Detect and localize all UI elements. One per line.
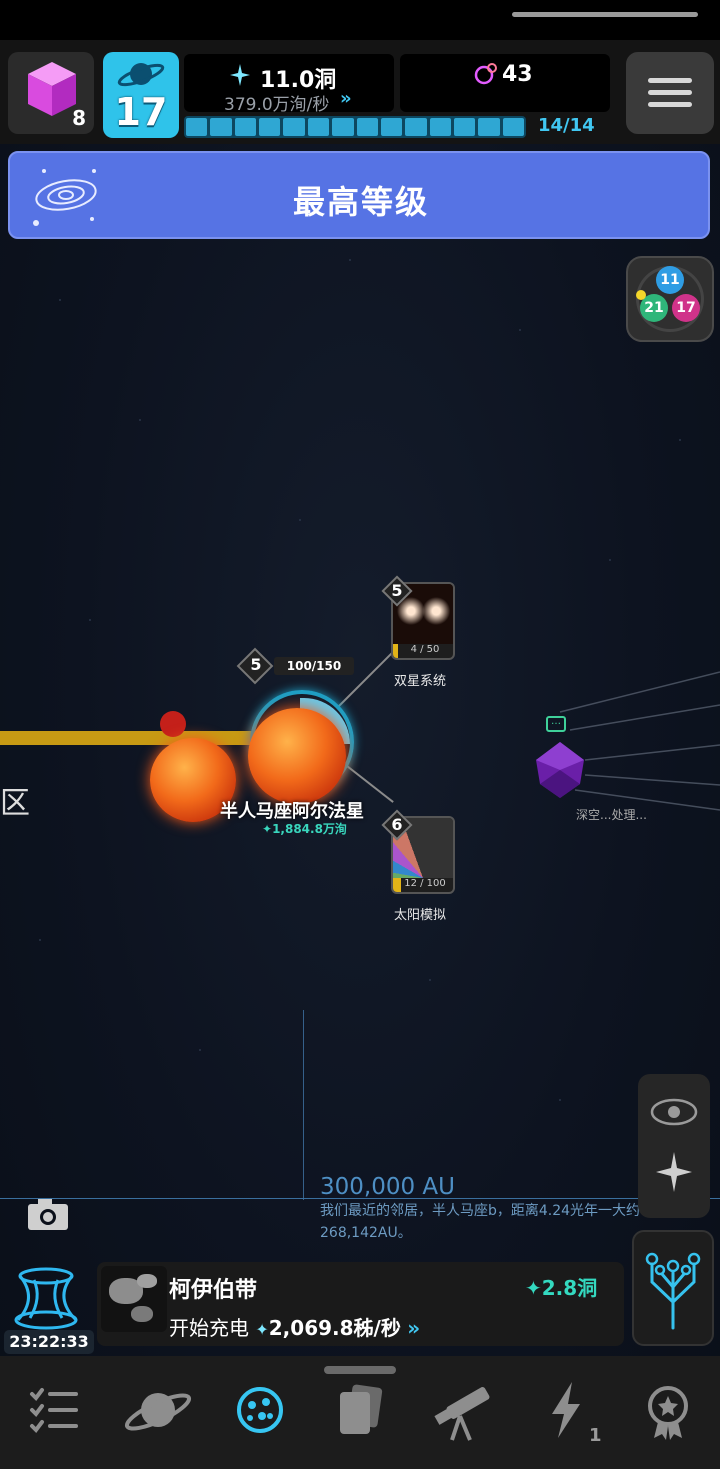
group-bubble-pink: 17 bbox=[672, 294, 700, 322]
cube-count: 8 bbox=[72, 106, 86, 130]
asteroid-thumbnail bbox=[101, 1266, 167, 1332]
scale-axis-vertical bbox=[303, 1010, 304, 1200]
sparkle-icon bbox=[230, 64, 250, 86]
node-count: 4 / 50 bbox=[410, 644, 440, 655]
currency-rate: 379.0万洵/秒 bbox=[224, 95, 330, 115]
level-number: 17 bbox=[114, 90, 168, 134]
chat-icon[interactable]: … bbox=[546, 716, 566, 732]
galaxy-groups-button[interactable]: 11 21 17 bbox=[626, 256, 714, 342]
cube-button[interactable]: 8 bbox=[8, 52, 94, 134]
chevron-right-icon: » bbox=[340, 88, 352, 109]
achievements-medal-icon[interactable] bbox=[628, 1378, 708, 1442]
asteroid-belt-card[interactable]: 柯伊伯带 ✦2.8洞 开始充电 ✦2,069.8秭/秒 » bbox=[97, 1262, 624, 1346]
banner-title: 最高等级 bbox=[292, 183, 429, 221]
orbit-view-icon[interactable] bbox=[649, 1092, 699, 1132]
planet-icon bbox=[117, 63, 165, 87]
tech-tree-icon bbox=[645, 1252, 701, 1330]
particles-panel[interactable]: 43 bbox=[400, 54, 610, 112]
planets-icon[interactable] bbox=[118, 1378, 198, 1442]
system-status-bar bbox=[0, 0, 720, 40]
main-star[interactable] bbox=[248, 708, 346, 804]
wormhole-icon[interactable] bbox=[12, 1266, 80, 1330]
asteroid-status: 开始充电 ✦2,069.8秭/秒 » bbox=[169, 1316, 421, 1340]
boosts-badge: 1 bbox=[589, 1425, 602, 1446]
star-view-icon[interactable] bbox=[654, 1150, 694, 1194]
status-pill bbox=[512, 12, 698, 17]
notify-dot bbox=[636, 290, 646, 300]
star-progress-label: 100/150 bbox=[274, 657, 354, 675]
star-value: ✦1,884.8万洵 bbox=[262, 822, 347, 836]
particles-icon bbox=[474, 63, 497, 85]
level-progress-bar bbox=[184, 116, 526, 138]
scale-label: 300,000 AU bbox=[320, 1174, 455, 1200]
node-label-binary: 双星系统 bbox=[394, 674, 447, 689]
currency-panel[interactable]: 11.0洞 379.0万洵/秒 » bbox=[184, 54, 394, 115]
asteroid-name: 柯伊伯带 bbox=[169, 1278, 258, 1303]
group-bubble-blue: 11 bbox=[656, 266, 684, 294]
tech-tree-button[interactable] bbox=[632, 1230, 714, 1346]
particles-count: 43 bbox=[502, 62, 533, 87]
asteroid-reward: ✦2.8洞 bbox=[525, 1276, 598, 1300]
node-label-sun: 太阳模拟 bbox=[394, 908, 447, 923]
tasks-icon[interactable] bbox=[14, 1378, 94, 1442]
view-controls-panel bbox=[638, 1074, 710, 1218]
star-systems-icon[interactable] bbox=[220, 1378, 300, 1442]
red-dwarf-planet[interactable] bbox=[160, 711, 186, 737]
event-timer: 23:22:33 bbox=[4, 1330, 94, 1354]
laser-beam bbox=[0, 731, 268, 745]
camera-icon[interactable] bbox=[26, 1196, 70, 1232]
menu-button[interactable] bbox=[626, 52, 714, 134]
node-count: 12 / 100 bbox=[404, 878, 446, 889]
nav-handle[interactable] bbox=[324, 1366, 396, 1374]
deep-space-label: 深空...处理... bbox=[576, 808, 647, 822]
progress-label: 14/14 bbox=[538, 115, 595, 136]
cards-icon[interactable] bbox=[322, 1378, 402, 1442]
deep-space-crystal-icon[interactable] bbox=[532, 740, 588, 800]
level-button[interactable]: 17 bbox=[103, 52, 179, 138]
research-telescope-icon[interactable] bbox=[424, 1378, 504, 1442]
zone-label: 区 bbox=[0, 786, 30, 821]
level-banner[interactable]: 最高等级 bbox=[8, 151, 710, 239]
